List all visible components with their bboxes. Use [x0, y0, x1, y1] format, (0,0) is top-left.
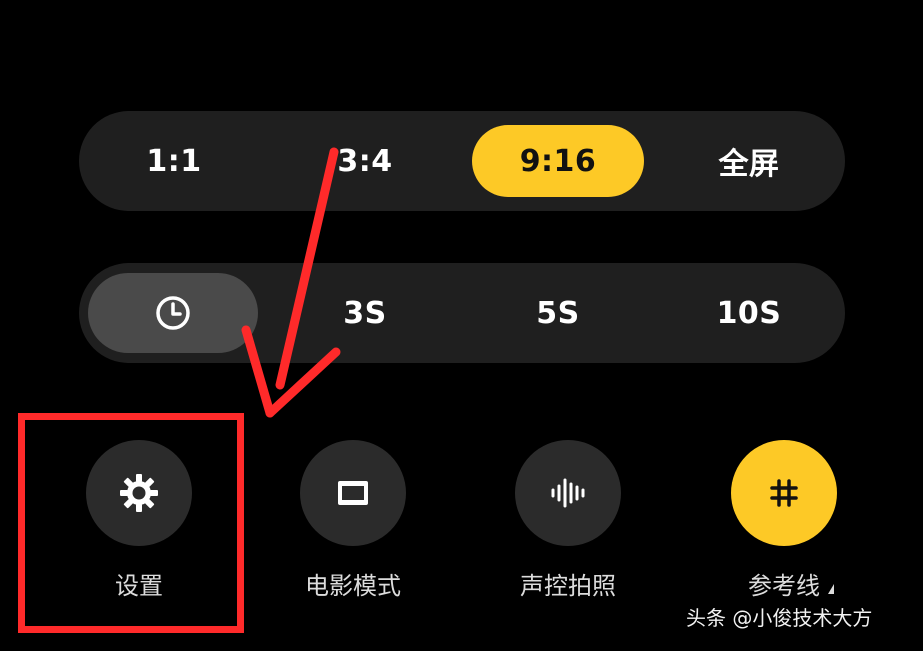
- settings-label: 设置: [115, 572, 163, 600]
- ratio-option-label: 3:4: [337, 143, 393, 179]
- timer-option-10s[interactable]: 10S: [673, 263, 825, 363]
- gear-icon: [120, 474, 158, 512]
- timer-option-label: 10S: [716, 295, 782, 331]
- voice-capture-label: 声控拍照: [520, 572, 616, 600]
- ratio-option-label: 全屏: [718, 147, 780, 182]
- ratio-option-9-16[interactable]: 9:16: [472, 125, 644, 197]
- voice-capture-button[interactable]: [515, 440, 621, 546]
- timer-option-5s[interactable]: 5S: [482, 263, 634, 363]
- clock-icon: [156, 296, 190, 330]
- ratio-option-3-4[interactable]: 3:4: [289, 111, 441, 211]
- ratio-option-label: 9:16: [519, 143, 597, 179]
- movie-frame-icon: [338, 481, 368, 505]
- aspect-ratio-selector: 1:1 3:4 9:16 全屏: [79, 111, 845, 211]
- grid-lines-label: 参考线: [748, 572, 820, 600]
- movie-mode-button[interactable]: [300, 440, 406, 546]
- settings-button[interactable]: [86, 440, 192, 546]
- timer-option-off[interactable]: [88, 273, 258, 353]
- ratio-option-fullscreen[interactable]: 全屏: [673, 111, 825, 211]
- movie-mode-label: 电影模式: [305, 572, 401, 600]
- watermark-text: 头条 @小俊技术大方: [686, 606, 873, 630]
- grid-hash-icon: [770, 479, 798, 507]
- timer-option-label: 5S: [536, 295, 580, 331]
- sound-wave-icon: [551, 478, 585, 508]
- timer-selector: 3S 5S 10S: [79, 263, 845, 363]
- ratio-option-1-1[interactable]: 1:1: [98, 111, 250, 211]
- grid-lines-button[interactable]: [731, 440, 837, 546]
- expand-corner-icon: [828, 584, 834, 594]
- timer-option-3s[interactable]: 3S: [289, 263, 441, 363]
- camera-settings-panel: 1:1 3:4 9:16 全屏 3S 5S 10S 设置 电影模式 声控拍照 参…: [0, 0, 923, 651]
- timer-option-label: 3S: [343, 295, 387, 331]
- ratio-option-label: 1:1: [146, 143, 202, 179]
